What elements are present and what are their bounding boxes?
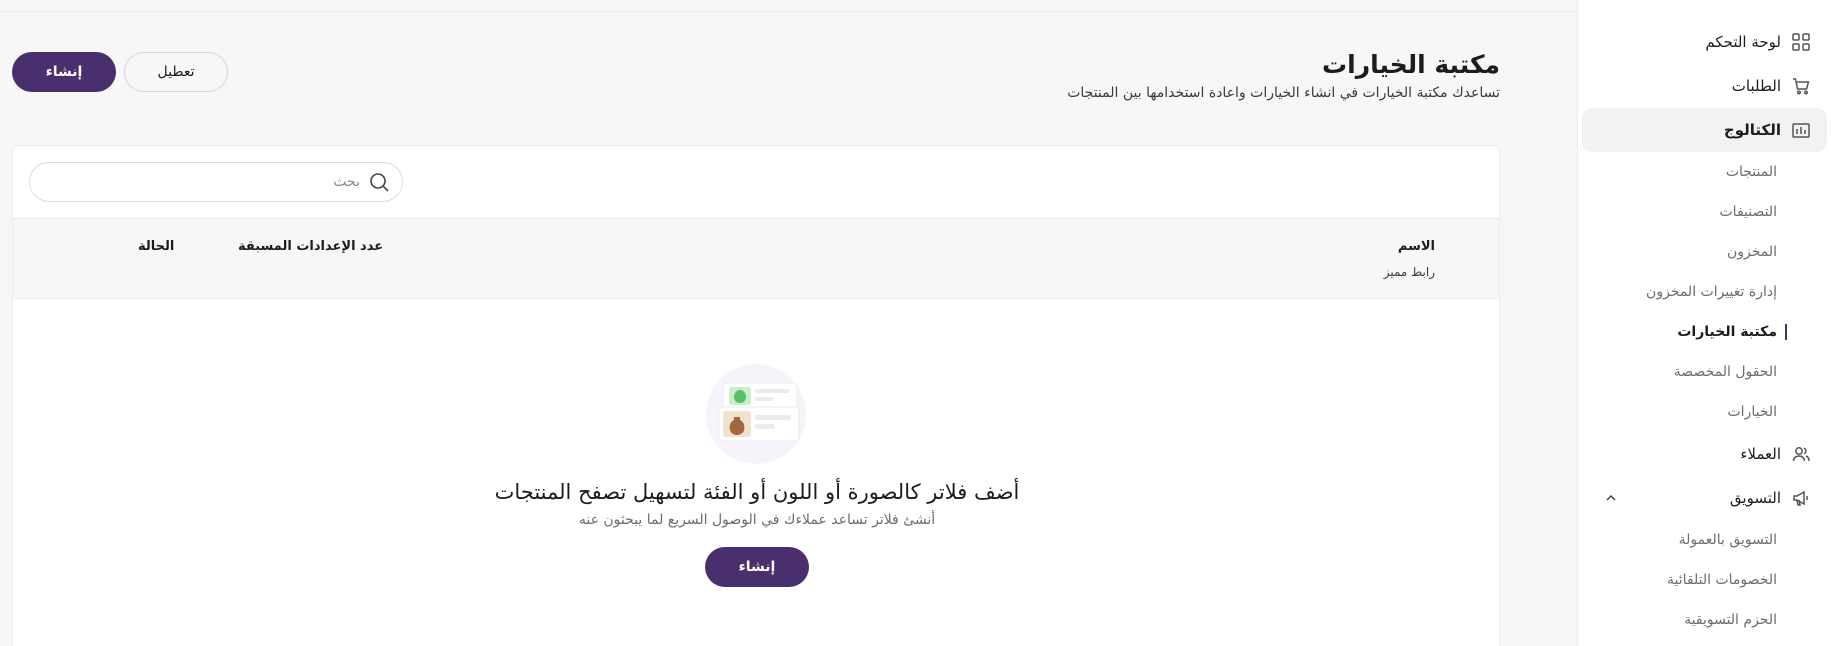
cart-icon <box>1791 76 1811 96</box>
empty-state-illustration <box>705 363 807 465</box>
sidebar-item-marketing[interactable]: التسويق <box>1578 476 1831 520</box>
column-header-name[interactable]: الاسم <box>1398 239 1435 254</box>
create-button[interactable]: إنشاء <box>12 52 116 92</box>
megaphone-icon <box>1791 488 1811 508</box>
sidebar-subitem-label: الخيارات <box>1727 404 1777 420</box>
sidebar-subitem-products[interactable]: المنتجات <box>1578 152 1831 192</box>
empty-state-title: أضف فلاتر كالصورة أو اللون أو الفئة لتسه… <box>494 480 1020 504</box>
empty-state-create-button[interactable]: إنشاء <box>705 547 809 587</box>
sidebar-subitem-affiliate[interactable]: التسويق بالعمولة <box>1578 520 1831 560</box>
sidebar-subitem-options[interactable]: الخيارات <box>1578 392 1831 432</box>
sidebar-item-label: الطلبات <box>1731 77 1781 95</box>
sidebar-subitem-inventory[interactable]: المخزون <box>1578 232 1831 272</box>
column-header-presets[interactable]: عدد الإعدادات المسبقة <box>238 239 383 254</box>
options-table-card: الاسم رابط مميز عدد الإعدادات المسبقة ال… <box>12 145 1500 646</box>
sidebar-subitem-categories[interactable]: التصنيفات <box>1578 192 1831 232</box>
table-header: الاسم رابط مميز عدد الإعدادات المسبقة ال… <box>13 218 1499 299</box>
sidebar-subitem-label: التسويق بالعمولة <box>1678 532 1777 548</box>
sidebar-subitem-label: مكتبة الخيارات <box>1677 324 1787 340</box>
page-title: مكتبة الخيارات <box>1322 50 1500 79</box>
disable-button[interactable]: تعطيل <box>124 52 228 92</box>
top-divider <box>0 11 1577 12</box>
search-input[interactable] <box>60 174 360 190</box>
sidebar-item-label: العملاء <box>1740 445 1781 463</box>
sidebar: لوحة التحكم الطلبات الكتالوج المنتجات ال… <box>1577 0 1831 646</box>
sidebar-item-customers[interactable]: العملاء <box>1578 432 1831 476</box>
sidebar-item-label: التسويق <box>1729 489 1781 507</box>
column-header-name-sub: رابط مميز <box>1383 265 1435 279</box>
sidebar-subitem-bundles[interactable]: الحزم التسويقية <box>1578 600 1831 640</box>
search-box[interactable] <box>29 162 403 202</box>
sidebar-item-dashboard[interactable]: لوحة التحكم <box>1578 20 1831 64</box>
sidebar-item-orders[interactable]: الطلبات <box>1578 64 1831 108</box>
sidebar-item-label: لوحة التحكم <box>1705 33 1781 51</box>
sidebar-subitem-label: الحزم التسويقية <box>1684 612 1777 628</box>
sidebar-item-label: الكتالوج <box>1723 121 1781 139</box>
sidebar-subitem-inventory-changes[interactable]: إدارة تغييرات المخزون <box>1578 272 1831 312</box>
sidebar-subitem-auto-discounts[interactable]: الخصومات التلقائية <box>1578 560 1831 600</box>
main-content: مكتبة الخيارات تساعدك مكتبة الخيارات في … <box>0 0 1577 646</box>
page-subtitle: تساعدك مكتبة الخيارات في انشاء الخيارات … <box>1067 85 1500 101</box>
catalog-icon <box>1791 120 1811 140</box>
users-icon <box>1791 444 1811 464</box>
sidebar-subitem-custom-fields[interactable]: الحقول المخصصة <box>1578 352 1831 392</box>
sidebar-subitem-label: الخصومات التلقائية <box>1667 572 1777 588</box>
sidebar-subitem-label: إدارة تغييرات المخزون <box>1646 284 1777 300</box>
search-icon <box>368 171 390 193</box>
chevron-up-icon[interactable] <box>1604 491 1618 505</box>
column-header-status[interactable]: الحالة <box>138 239 174 254</box>
sidebar-subitem-label: التصنيفات <box>1719 204 1778 220</box>
sidebar-subitem-label: المنتجات <box>1725 164 1777 180</box>
dashboard-icon <box>1791 32 1811 52</box>
sidebar-subitem-label: المخزون <box>1726 244 1777 260</box>
sidebar-item-catalog[interactable]: الكتالوج <box>1582 108 1827 152</box>
sidebar-subitem-label: الحقول المخصصة <box>1673 364 1777 380</box>
empty-state-subtitle: أنشئ فلاتر تساعد عملاءك في الوصول السريع… <box>578 512 936 528</box>
sidebar-subitem-options-library[interactable]: مكتبة الخيارات <box>1578 312 1831 352</box>
